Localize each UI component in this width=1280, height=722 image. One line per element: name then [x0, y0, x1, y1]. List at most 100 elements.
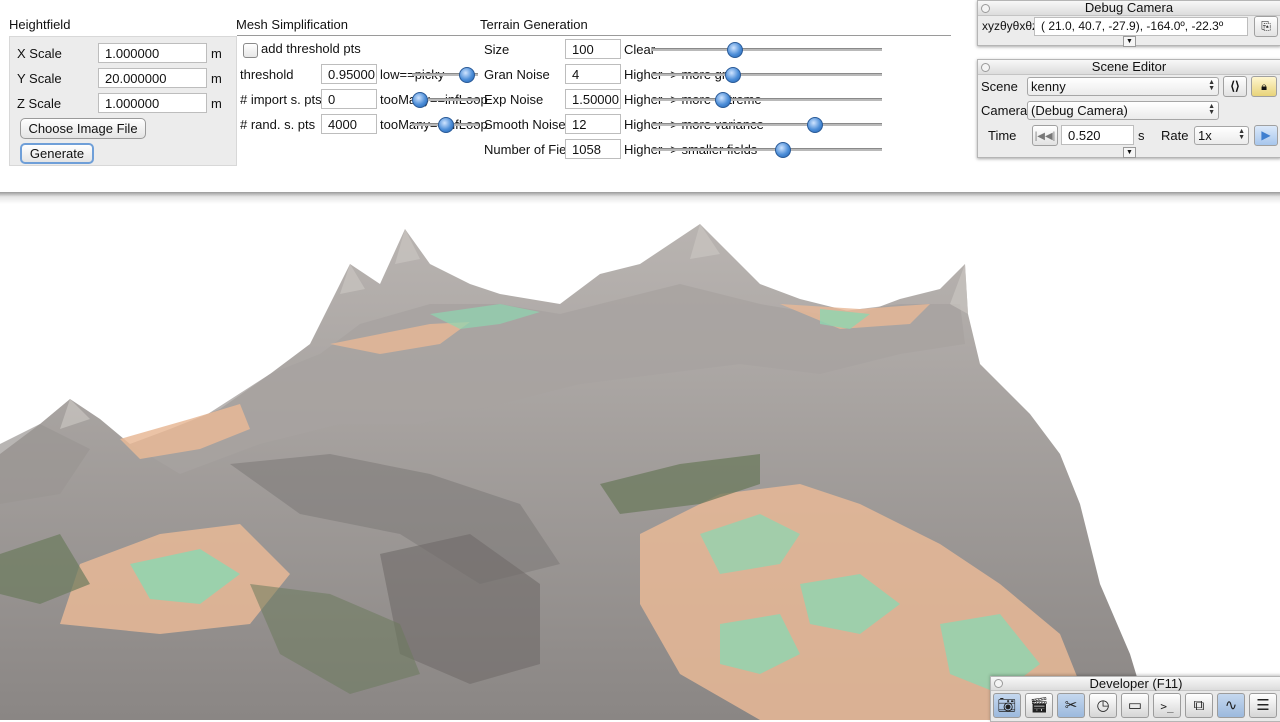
- threshold-label: threshold: [240, 67, 294, 82]
- rewind-button[interactable]: |◀◀|: [1032, 125, 1058, 146]
- size-label: Size: [484, 42, 510, 57]
- threshold-field[interactable]: 0.95000: [321, 64, 377, 84]
- debug-camera-title: Debug Camera: [978, 1, 1280, 16]
- choose-image-button[interactable]: Choose Image File: [20, 118, 146, 139]
- import-pts-slider-thumb[interactable]: [412, 92, 428, 108]
- note-icon: ▭: [1127, 697, 1143, 714]
- generate-button[interactable]: Generate: [20, 143, 94, 164]
- scene-editor-expander[interactable]: ▼: [1123, 147, 1136, 158]
- exp-noise-slider-track[interactable]: [652, 98, 882, 101]
- section-divider: [237, 35, 951, 36]
- num-fields-slider-thumb[interactable]: [775, 142, 792, 158]
- updown-arrows-icon: ▲ ▼: [1208, 79, 1215, 92]
- close-icon[interactable]: [981, 63, 990, 72]
- clock-icon: ◷: [1096, 697, 1110, 714]
- gran-noise-slider-thumb[interactable]: [724, 67, 741, 83]
- rate-select[interactable]: 1x ▲ ▼: [1194, 126, 1249, 145]
- reload-icon: ⟨⟩: [1230, 79, 1240, 93]
- updown-arrows-icon: ▲ ▼: [1238, 128, 1245, 141]
- film-tool-button[interactable]: 🎬︎: [1025, 693, 1053, 718]
- x-scale-unit: m: [211, 46, 222, 61]
- exp-noise-field[interactable]: 1.50000: [565, 89, 621, 109]
- smooth-noise-slider-track[interactable]: [652, 123, 882, 126]
- updown-arrows-icon: ▲ ▼: [1208, 103, 1215, 116]
- close-icon[interactable]: [981, 4, 990, 13]
- scene-select[interactable]: kenny ▲ ▼: [1027, 77, 1219, 96]
- mesh-title: Mesh Simplification: [236, 17, 348, 32]
- smooth-noise-slider-thumb[interactable]: [807, 117, 824, 133]
- note-tool-button[interactable]: ▭: [1121, 693, 1149, 718]
- size-slider-thumb[interactable]: [726, 42, 743, 58]
- size-slider-track[interactable]: [652, 48, 882, 51]
- monitor-icon: ∿: [1224, 697, 1238, 714]
- y-scale-label: Y Scale: [17, 71, 62, 86]
- scene-select-value: kenny: [1031, 79, 1066, 94]
- monitor-tool-button[interactable]: ∿: [1217, 693, 1245, 718]
- z-scale-field[interactable]: 1.000000: [98, 93, 207, 113]
- x-scale-field[interactable]: 1.000000: [98, 43, 207, 63]
- smooth-noise-label: Smooth Noise: [484, 117, 566, 132]
- camera-coords-field[interactable]: ( 21.0, 40.7, -27.9), -164.0º, -22.3º: [1034, 17, 1248, 36]
- tools-icon: ✂: [1064, 697, 1078, 714]
- add-threshold-checkbox[interactable]: [243, 43, 258, 58]
- num-fields-field[interactable]: 1058: [565, 139, 621, 159]
- windows-tool-button[interactable]: ⧉: [1185, 693, 1213, 718]
- debug-camera-panel: Debug Camera xyzθyθxθz ( 21.0, 40.7, -27…: [977, 0, 1280, 47]
- clock-tool-button[interactable]: ◷: [1089, 693, 1117, 718]
- z-scale-label: Z Scale: [17, 96, 62, 111]
- time-label: Time: [988, 128, 1017, 143]
- developer-title: Developer (F11): [991, 677, 1280, 691]
- heightfield-title: Heightfield: [9, 17, 71, 32]
- time-field[interactable]: 0.520: [1061, 125, 1134, 145]
- rand-pts-slider-thumb[interactable]: [438, 117, 454, 133]
- edit-icon: ⎘: [1261, 19, 1271, 33]
- play-button[interactable]: ▶: [1254, 125, 1278, 146]
- rate-label: Rate: [1161, 128, 1189, 143]
- time-unit: s: [1138, 128, 1145, 143]
- scene-editor-title: Scene Editor: [978, 60, 1280, 75]
- copy-coords-button[interactable]: ⎘: [1254, 16, 1278, 37]
- document-icon: ☰: [1256, 697, 1270, 714]
- rand-pts-label: # rand. s. pts: [240, 117, 316, 132]
- terrain-viewport[interactable]: [0, 204, 1280, 720]
- rate-select-value: 1x: [1198, 128, 1212, 143]
- camera-tool-button[interactable]: 📷︎: [993, 693, 1021, 718]
- import-pts-field[interactable]: 0: [321, 89, 377, 109]
- clapperboard-icon: 🎬︎: [1029, 697, 1049, 714]
- terrain-render: [0, 224, 1150, 720]
- tools-tool-button[interactable]: ✂: [1057, 693, 1085, 718]
- xyz-label: xyzθyθxθz: [982, 19, 1039, 33]
- camera-select[interactable]: (Debug Camera) ▲ ▼: [1027, 101, 1219, 120]
- camera-select-value: (Debug Camera): [1031, 103, 1128, 118]
- lock-button[interactable]: 🔒︎: [1251, 76, 1277, 97]
- add-threshold-label: add threshold pts: [261, 41, 361, 56]
- scene-editor-panel: Scene Editor Scene kenny ▲ ▼ ⟨⟩ 🔒︎ Camera…: [977, 59, 1280, 158]
- size-hint: Clear: [624, 42, 656, 57]
- lock-icon: 🔒︎: [1261, 81, 1267, 93]
- num-fields-slider-track[interactable]: [652, 148, 882, 151]
- y-scale-unit: m: [211, 71, 222, 86]
- smooth-noise-field[interactable]: 12: [565, 114, 621, 134]
- play-icon: ▶: [1261, 128, 1271, 142]
- close-icon[interactable]: [994, 679, 1003, 688]
- gran-noise-slider-track[interactable]: [652, 73, 882, 76]
- terminal-tool-button[interactable]: >_: [1153, 693, 1181, 718]
- gran-noise-field[interactable]: 4: [565, 64, 621, 84]
- reload-scene-button[interactable]: ⟨⟩: [1223, 76, 1247, 97]
- rand-pts-field[interactable]: 4000: [321, 114, 377, 134]
- rewind-icon: |◀◀|: [1034, 131, 1056, 142]
- y-scale-field[interactable]: 20.000000: [98, 68, 207, 88]
- camera-icon: 📷︎: [997, 697, 1017, 714]
- windows-icon: ⧉: [1193, 697, 1205, 714]
- viewport-shadow: [0, 192, 1280, 204]
- gran-noise-label: Gran Noise: [484, 67, 550, 82]
- x-scale-label: X Scale: [17, 46, 62, 61]
- scene-label: Scene: [981, 79, 1018, 94]
- terminal-icon: >_: [1160, 700, 1174, 713]
- debug-camera-expander[interactable]: ▼: [1123, 36, 1136, 47]
- import-pts-label: # import s. pts: [240, 92, 322, 107]
- document-tool-button[interactable]: ☰: [1249, 693, 1277, 718]
- terrain-title: Terrain Generation: [480, 17, 588, 32]
- size-field[interactable]: 100: [565, 39, 621, 59]
- threshold-slider-thumb[interactable]: [459, 67, 475, 83]
